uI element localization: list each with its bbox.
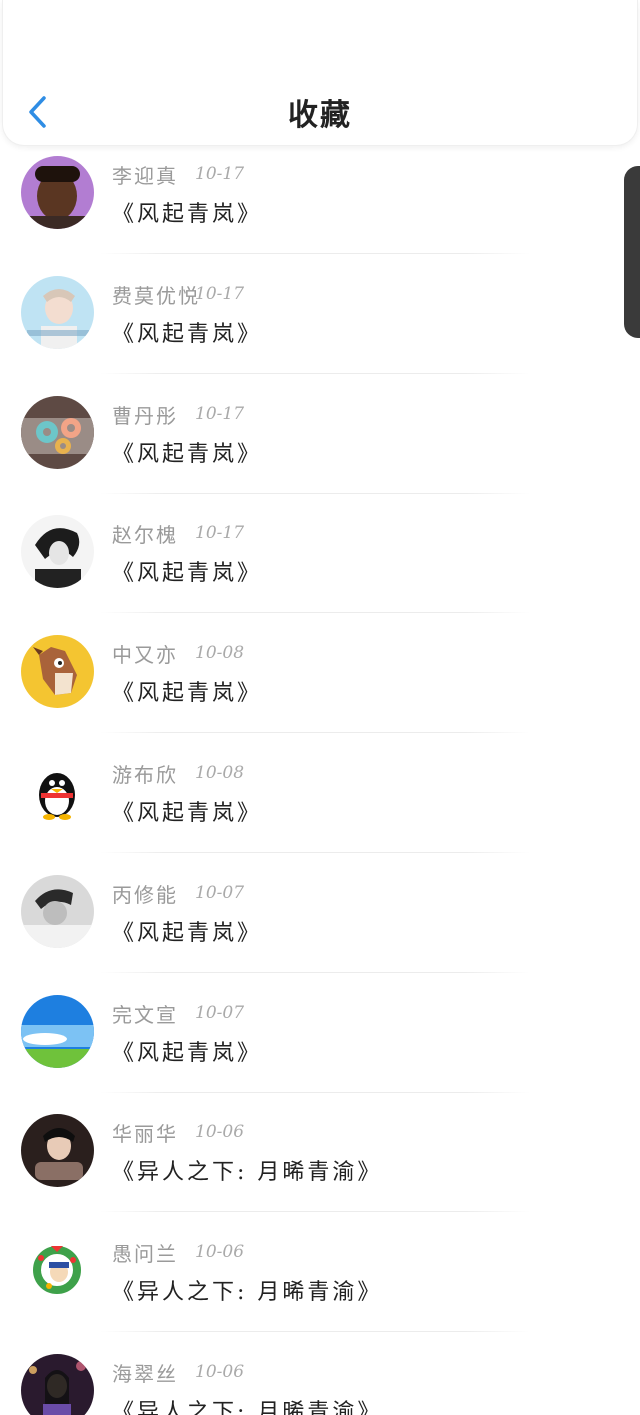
portrait-night-icon: [21, 1353, 94, 1415]
favorite-date: 10-08: [195, 762, 245, 783]
divider: [100, 1331, 530, 1333]
favorite-title[interactable]: 《风起青岚》: [112, 555, 262, 587]
user-name: 华丽华: [112, 1122, 178, 1147]
list-item[interactable]: 费莫优悦 10-17 《风起青岚》: [0, 266, 640, 386]
favorite-date: 10-07: [195, 1002, 245, 1023]
favorite-title[interactable]: 《风起青岚》: [112, 675, 262, 707]
user-name: 费莫优悦: [112, 283, 200, 308]
user-name: 曹丹彤: [112, 403, 178, 428]
user-name: 完文宣: [112, 1002, 178, 1027]
list-item[interactable]: 愚问兰 10-06 《异人之下: 月晞青渝》: [0, 1224, 640, 1344]
favorite-title[interactable]: 《风起青岚》: [112, 915, 262, 947]
list-item[interactable]: 华丽华 10-06 《异人之下: 月晞青渝》: [0, 1104, 640, 1224]
favorite-date: 10-08: [195, 643, 245, 664]
avatar[interactable]: [21, 275, 94, 349]
list-item[interactable]: 赵尔槐 10-17 《风起青岚》: [0, 505, 640, 625]
user-name: 中又亦: [112, 643, 178, 668]
portrait-dark-icon: [21, 156, 94, 229]
divider: [100, 372, 530, 374]
divider: [100, 1091, 530, 1093]
favorite-date: 10-07: [195, 882, 245, 903]
favorite-title[interactable]: 《风起青岚》: [112, 1035, 262, 1067]
divider: [100, 253, 530, 254]
user-name: 愚问兰: [112, 1242, 178, 1267]
list-item[interactable]: 丙修能 10-07 《风起青岚》: [0, 865, 640, 985]
avatar[interactable]: [21, 1353, 94, 1415]
portrait-scarf-icon: [21, 1114, 94, 1188]
avatar[interactable]: [21, 395, 94, 469]
user-name: 赵尔槐: [112, 523, 178, 548]
horse-cartoon-icon: [21, 635, 94, 709]
divider: [100, 1211, 530, 1213]
divider: [100, 851, 530, 853]
portrait-bw-icon: [21, 515, 94, 589]
penguin-icon: [21, 754, 94, 828]
avatar[interactable]: [21, 754, 94, 828]
avatar[interactable]: [21, 1234, 94, 1308]
donuts-icon: [21, 395, 94, 469]
side-drawer-handle[interactable]: [624, 166, 640, 338]
user-name: 海翠丝: [112, 1361, 178, 1386]
top-nav-bar: 收藏: [2, 0, 638, 146]
wreath-cartoon-icon: [21, 1234, 94, 1308]
favorite-title[interactable]: 《异人之下: 月晞青渝》: [112, 1154, 382, 1186]
favorite-date: 10-17: [195, 283, 245, 304]
page-title: 收藏: [288, 98, 352, 133]
favorite-date: 10-06: [195, 1242, 245, 1263]
list-item[interactable]: 曹丹彤 10-17 《风起青岚》: [0, 386, 640, 506]
list-item[interactable]: 完文宣 10-07 《风起青岚》: [0, 985, 640, 1105]
portrait-light-icon: [21, 275, 94, 349]
favorite-date: 10-17: [195, 403, 245, 424]
favorite-title[interactable]: 《异人之下: 月晞青渝》: [112, 1274, 382, 1306]
list-item[interactable]: 游布欣 10-08 《风起青岚》: [0, 745, 640, 865]
divider: [100, 971, 530, 973]
divider: [100, 612, 530, 614]
avatar[interactable]: [21, 515, 94, 589]
favorite-date: 10-17: [195, 523, 245, 544]
favorite-date: 10-06: [195, 1361, 245, 1382]
avatar[interactable]: [21, 1114, 94, 1188]
list-item[interactable]: 海翠丝 10-06 《异人之下: 月晞青渝》: [0, 1344, 640, 1415]
user-name: 李迎真: [112, 164, 178, 188]
user-name: 丙修能: [112, 882, 178, 907]
favorite-date: 10-17: [195, 164, 245, 184]
avatar[interactable]: [21, 635, 94, 709]
divider: [100, 732, 530, 734]
list-item[interactable]: 李迎真 10-17 《风起青岚》: [0, 146, 640, 266]
divider: [100, 492, 530, 494]
favorite-title[interactable]: 《风起青岚》: [112, 316, 262, 348]
favorite-title[interactable]: 《风起青岚》: [112, 436, 262, 468]
favorite-title[interactable]: 《异人之下: 月晞青渝》: [112, 1394, 382, 1415]
list-item[interactable]: 中又亦 10-08 《风起青岚》: [0, 625, 640, 745]
avatar[interactable]: [21, 994, 94, 1068]
favorite-title[interactable]: 《风起青岚》: [112, 795, 262, 827]
avatar[interactable]: [21, 156, 94, 229]
avatar[interactable]: [21, 874, 94, 948]
portrait-gray-icon: [21, 874, 94, 948]
user-name: 游布欣: [112, 762, 178, 787]
sky-landscape-icon: [21, 994, 94, 1068]
favorite-title[interactable]: 《风起青岚》: [112, 196, 262, 228]
favorites-list: 李迎真 10-17 《风起青岚》 费莫优悦 10-17 《风起青岚》 曹丹彤 1…: [0, 146, 640, 1415]
favorite-date: 10-06: [195, 1122, 245, 1143]
